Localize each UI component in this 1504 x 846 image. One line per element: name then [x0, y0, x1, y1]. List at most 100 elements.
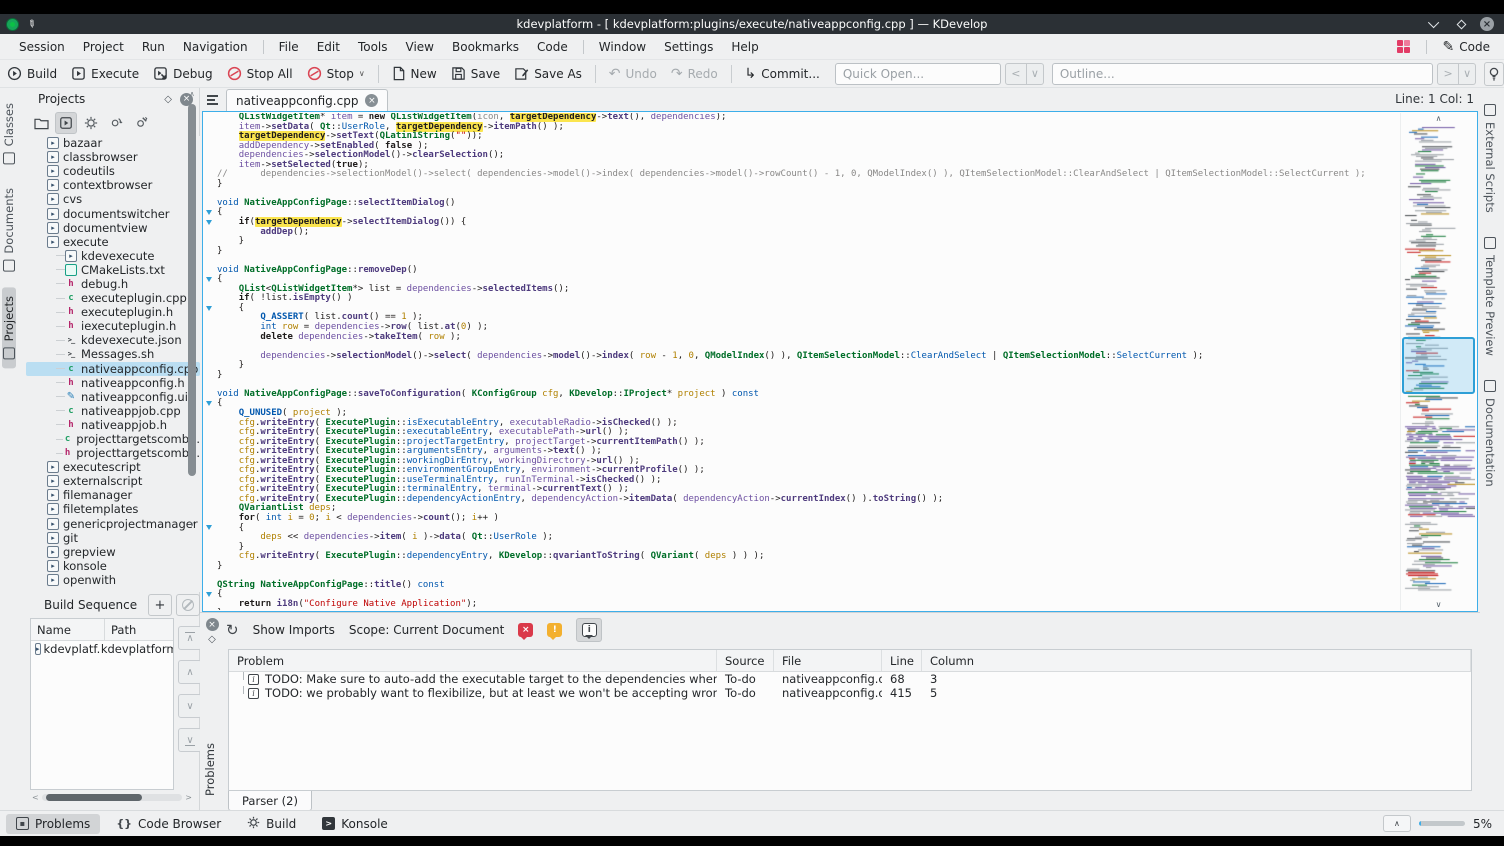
tree-item-documentview[interactable]: ▸ documentview: [26, 221, 200, 235]
remove-from-build-sequence-button[interactable]: [176, 594, 200, 616]
add-to-build-sequence-button[interactable]: +: [148, 594, 172, 616]
build-selection-icon[interactable]: [55, 112, 77, 134]
new-button[interactable]: New: [385, 63, 444, 84]
tree-item-documentswitcher[interactable]: ▸ documentswitcher: [26, 206, 200, 221]
tree-item-nativeappjob-cpp[interactable]: c nativeappjob.cpp: [26, 404, 200, 418]
menu-settings[interactable]: Settings: [655, 37, 722, 57]
fold-gutter[interactable]: [203, 112, 216, 611]
quick-open-dropdown-button[interactable]: ∨: [1026, 62, 1044, 85]
sidebar-tab-external-scripts[interactable]: External Scripts: [1483, 96, 1497, 221]
tab-nativeappconfig[interactable]: nativeappconfig.cpp ×: [226, 89, 389, 111]
build-button[interactable]: Build: [0, 63, 64, 84]
menu-window[interactable]: Window: [590, 37, 655, 57]
menu-help[interactable]: Help: [722, 37, 767, 57]
menu-edit[interactable]: Edit: [308, 37, 349, 57]
tree-item-iexecuteplugin-h[interactable]: h iexecuteplugin.h: [26, 319, 200, 333]
tree-item-externalscript[interactable]: ▸ externalscript: [26, 474, 200, 488]
tree-item-cvs[interactable]: ▸ cvs: [26, 192, 200, 206]
quick-open-back-button[interactable]: <: [1004, 62, 1027, 85]
menu-view[interactable]: View: [397, 37, 443, 57]
menu-project[interactable]: Project: [74, 37, 133, 57]
float-panel-icon[interactable]: ◇: [202, 634, 222, 645]
minimap-scrollbar[interactable]: ∧ ∨: [1400, 113, 1476, 610]
tree-item-grepview[interactable]: ▸ grepview: [26, 545, 200, 559]
debug-button[interactable]: Debug: [146, 63, 219, 84]
menu-code[interactable]: Code: [528, 37, 577, 57]
redo-button[interactable]: ↷ Redo: [664, 64, 725, 84]
tree-item-kdevexecute[interactable]: ▸ kdevexecute: [26, 249, 200, 263]
tree-item-nativeappconfig-h[interactable]: h nativeappconfig.h: [26, 376, 200, 390]
tab-close-icon[interactable]: ×: [365, 94, 379, 107]
tree-item-nativeappconfig-ui[interactable]: ✎ nativeappconfig.ui: [26, 390, 200, 404]
menu-session[interactable]: Session: [10, 37, 74, 57]
scroll-down-icon[interactable]: ∨: [1401, 600, 1476, 609]
stop-button[interactable]: Stop ∨: [300, 63, 372, 84]
fold-marker-icon[interactable]: [206, 276, 212, 282]
tree-item-kdevexecute-json[interactable]: >_ kdevexecute.json: [26, 333, 200, 347]
document-list-icon[interactable]: [204, 91, 224, 109]
tree-item-projecttargetscomb-[interactable]: c projecttargetscomb...: [26, 432, 200, 446]
gear-reload-icon[interactable]: [105, 112, 127, 134]
save-button[interactable]: Save: [444, 63, 507, 84]
tree-item-execute[interactable]: ▸ execute: [26, 235, 200, 249]
tree-item-projecttargetscomb-[interactable]: h projecttargetscomb...: [26, 446, 200, 460]
open-project-folder-icon[interactable]: [30, 112, 52, 134]
reparse-icon[interactable]: ↻: [226, 623, 239, 638]
show-imports-button[interactable]: Show Imports: [253, 623, 335, 637]
execute-button[interactable]: Execute: [64, 63, 146, 84]
column-header-name[interactable]: Name: [31, 619, 105, 640]
gear-configure-icon[interactable]: [130, 112, 152, 134]
tree-item-codeutils[interactable]: ▸ codeutils: [26, 164, 200, 178]
statusbar-code-browser[interactable]: {} Code Browser: [106, 814, 231, 834]
scroll-up-icon[interactable]: ∧: [187, 90, 197, 98]
menu-run[interactable]: Run: [133, 37, 174, 57]
area-switcher-icon[interactable]: [1396, 40, 1410, 53]
column-header-problem[interactable]: Problem: [229, 650, 717, 671]
scroll-right-icon[interactable]: >: [185, 793, 192, 802]
quick-open-input[interactable]: [834, 62, 1001, 85]
move-down-button[interactable]: ∨: [178, 694, 202, 718]
tree-item-nativeappjob-h[interactable]: h nativeappjob.h: [26, 418, 200, 432]
menu-bookmarks[interactable]: Bookmarks: [443, 37, 528, 57]
column-header-source[interactable]: Source: [717, 650, 774, 671]
hscrollbar-thumb[interactable]: [45, 793, 142, 801]
problem-row[interactable]: i TODO: we probably want to flexibilize, …: [229, 686, 1471, 700]
tree-item-openwith[interactable]: ▸ openwith: [26, 573, 200, 587]
tree-item-executeplugin-cpp[interactable]: c executeplugin.cpp: [26, 291, 200, 305]
move-up-button[interactable]: ∧: [178, 660, 202, 684]
tree-item-executescript[interactable]: ▸ executescript: [26, 460, 200, 474]
errors-filter-icon[interactable]: ×: [518, 623, 534, 640]
column-header-file[interactable]: File: [774, 650, 882, 671]
tree-item-nativeappconfig-cpp[interactable]: c nativeappconfig.cpp: [26, 361, 200, 376]
close-panel-icon[interactable]: ×: [205, 618, 219, 631]
tab-parser[interactable]: Parser (2): [228, 791, 312, 811]
gear-build-icon[interactable]: [80, 112, 102, 134]
sidebar-tab-classes[interactable]: Classes: [2, 94, 16, 173]
sidebar-tab-documents[interactable]: Documents: [2, 179, 16, 281]
close-button[interactable]: ×: [1480, 17, 1494, 31]
fold-marker-icon[interactable]: [206, 525, 212, 531]
outline-input[interactable]: [1051, 62, 1434, 85]
tree-item-classbrowser[interactable]: ▸ classbrowser: [26, 150, 200, 164]
tree-item-filemanager[interactable]: ▸ filemanager: [26, 488, 200, 502]
assistant-button[interactable]: [1484, 61, 1504, 86]
code-text[interactable]: QListWidgetItem* item = new QListWidgetI…: [217, 113, 1397, 610]
tree-item-genericprojectmanager[interactable]: ▸ genericprojectmanager: [26, 517, 200, 531]
column-header-line[interactable]: Line: [882, 650, 922, 671]
menu-navigation[interactable]: Navigation: [174, 37, 257, 57]
sidebar-tab-documentation[interactable]: Documentation: [1483, 372, 1497, 495]
working-area-code-button[interactable]: ✎ Code: [1443, 40, 1490, 54]
tree-item-executeplugin-h[interactable]: h executeplugin.h: [26, 305, 200, 319]
fold-marker-icon[interactable]: [206, 401, 212, 406]
fold-marker-icon[interactable]: [206, 592, 212, 597]
menu-file[interactable]: File: [270, 37, 308, 57]
outline-forward-button[interactable]: >: [1437, 62, 1460, 85]
save-as-button[interactable]: Save As: [507, 63, 589, 84]
problem-row[interactable]: i TODO: Make sure to auto-add the executa…: [229, 672, 1471, 686]
move-bottom-button[interactable]: ∨: [178, 728, 202, 752]
minimap-viewport[interactable]: [1402, 337, 1475, 394]
warnings-filter-icon[interactable]: !: [547, 623, 563, 640]
fold-marker-icon[interactable]: [206, 305, 212, 311]
tree-item-contextbrowser[interactable]: ▸ contextbrowser: [26, 178, 200, 192]
tree-item-bazaar[interactable]: ▸ bazaar: [26, 136, 200, 150]
